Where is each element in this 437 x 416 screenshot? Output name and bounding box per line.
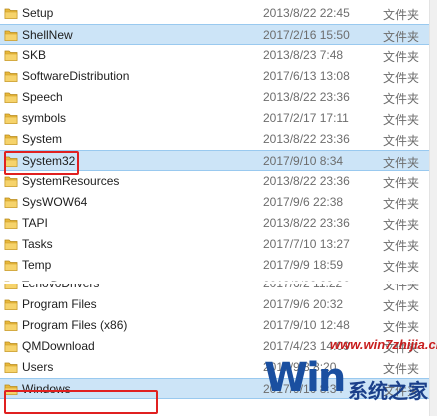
file-name: ShellNew xyxy=(22,28,73,42)
file-name: System xyxy=(22,132,63,146)
file-row-tapi[interactable]: TAPI 2013/8/22 23:36 文件夹 xyxy=(0,213,437,234)
file-name: SysWOW64 xyxy=(22,195,88,209)
file-date: 2017/6/2 11:22 xyxy=(263,284,342,290)
file-name: Program Files (x86) xyxy=(22,318,128,332)
file-date: 2013/8/22 22:45 xyxy=(263,6,350,20)
folder-icon xyxy=(4,90,18,104)
folder-icon xyxy=(4,360,18,374)
file-type: 文件夹 xyxy=(383,71,420,85)
file-type: 文件夹 xyxy=(383,30,420,44)
file-row-lenovodrivers[interactable]: LenovoDrivers 2017/6/2 11:22 文件夹 xyxy=(0,284,437,294)
scrollbar[interactable] xyxy=(429,0,437,416)
file-type: 文件夹 xyxy=(383,299,420,313)
file-date: 2013/8/22 23:36 xyxy=(263,216,350,230)
file-row-symbols[interactable]: symbols 2017/2/17 17:11 文件夹 xyxy=(0,108,437,129)
file-name: Speech xyxy=(22,90,63,104)
file-type: 文件夹 xyxy=(383,92,420,106)
watermark-site-name: 系统之家 xyxy=(348,381,428,403)
file-type: 文件夹 xyxy=(383,8,420,22)
file-date: 2017/9/6 20:32 xyxy=(263,297,344,311)
file-date: 2013/8/22 23:36 xyxy=(263,132,350,146)
file-date: 2013/8/23 7:48 xyxy=(263,48,344,62)
watermark: www.win7zhijia.cn Win 系统之家 xyxy=(240,333,437,416)
file-type: 文件夹 xyxy=(383,176,420,190)
highlight-box-windows xyxy=(4,390,158,414)
file-row-syswow64[interactable]: SysWOW64 2017/9/6 22:38 文件夹 xyxy=(0,192,437,213)
folder-icon xyxy=(4,132,18,146)
folder-icon xyxy=(4,216,18,230)
file-row-temp[interactable]: Temp 2017/9/9 18:59 文件夹 xyxy=(0,255,437,276)
file-row-softwaredistribution[interactable]: SoftwareDistribution 2017/6/13 13:08 文件夹 xyxy=(0,66,437,87)
file-row-skb[interactable]: SKB 2013/8/23 7:48 文件夹 xyxy=(0,45,437,66)
file-date: 2017/9/9 18:59 xyxy=(263,258,344,272)
file-date: 2017/2/16 15:50 xyxy=(263,28,350,42)
folder-icon xyxy=(4,237,18,251)
file-date: 2017/7/10 13:27 xyxy=(263,237,350,251)
highlight-box-system32 xyxy=(4,151,79,175)
folder-icon xyxy=(4,28,18,42)
file-date: 2017/2/17 17:11 xyxy=(263,111,349,125)
file-name: Tasks xyxy=(22,237,53,251)
file-name: QMDownload xyxy=(22,339,95,353)
folder-icon xyxy=(4,48,18,62)
file-date: 2017/9/10 8:34 xyxy=(263,154,344,168)
file-type: 文件夹 xyxy=(383,260,420,274)
file-row-tasks[interactable]: Tasks 2017/7/10 13:27 文件夹 xyxy=(0,234,437,255)
file-name: Program Files xyxy=(22,297,97,311)
file-type: 文件夹 xyxy=(383,218,420,232)
file-name: Users xyxy=(22,360,54,374)
file-name: Setup xyxy=(22,6,54,20)
folder-icon xyxy=(4,69,18,83)
file-type: 文件夹 xyxy=(383,197,420,211)
folder-icon xyxy=(4,111,18,125)
file-date: 2017/6/13 13:08 xyxy=(263,69,350,83)
file-row-program-files[interactable]: Program Files 2017/9/6 20:32 文件夹 xyxy=(0,294,437,315)
file-date: 2017/9/10 12:48 xyxy=(263,318,350,332)
file-type: 文件夹 xyxy=(383,239,420,253)
folder-icon xyxy=(4,318,18,332)
file-type: 文件夹 xyxy=(383,134,420,148)
file-type: 文件夹 xyxy=(383,284,420,292)
folder-icon xyxy=(4,6,18,20)
folder-icon xyxy=(4,195,18,209)
file-type: 文件夹 xyxy=(383,156,420,170)
file-name: SoftwareDistribution xyxy=(22,69,130,83)
file-name: SystemResources xyxy=(22,174,120,188)
folder-icon xyxy=(4,297,18,311)
watermark-logo: Win xyxy=(264,355,346,401)
file-date: 2013/8/22 23:36 xyxy=(263,174,350,188)
file-name: TAPI xyxy=(22,216,48,230)
file-type: 文件夹 xyxy=(383,113,420,127)
file-row-speech[interactable]: Speech 2013/8/22 23:36 文件夹 xyxy=(0,87,437,108)
file-name: symbols xyxy=(22,111,67,125)
file-row-shellnew[interactable]: ShellNew 2017/2/16 15:50 文件夹 xyxy=(0,24,437,45)
file-name: SKB xyxy=(22,48,47,62)
file-type: 文件夹 xyxy=(383,50,420,64)
folder-icon xyxy=(4,174,18,188)
file-name: LenovoDrivers xyxy=(22,284,99,290)
folder-icon xyxy=(4,258,18,272)
file-row-system[interactable]: System 2013/8/22 23:36 文件夹 xyxy=(0,129,437,150)
folder-icon xyxy=(4,284,18,290)
file-name: Temp xyxy=(22,258,52,272)
file-row-setup[interactable]: Setup 2013/8/22 22:45 文件夹 xyxy=(0,3,437,24)
file-list-top: Setup 2013/8/22 22:45 文件夹 ShellNew 2017/2/16… xyxy=(0,0,437,282)
watermark-url: www.win7zhijia.cn xyxy=(330,337,437,352)
file-date: 2017/9/6 22:38 xyxy=(263,195,344,209)
folder-icon xyxy=(4,339,18,353)
file-date: 2013/8/22 23:36 xyxy=(263,90,350,104)
